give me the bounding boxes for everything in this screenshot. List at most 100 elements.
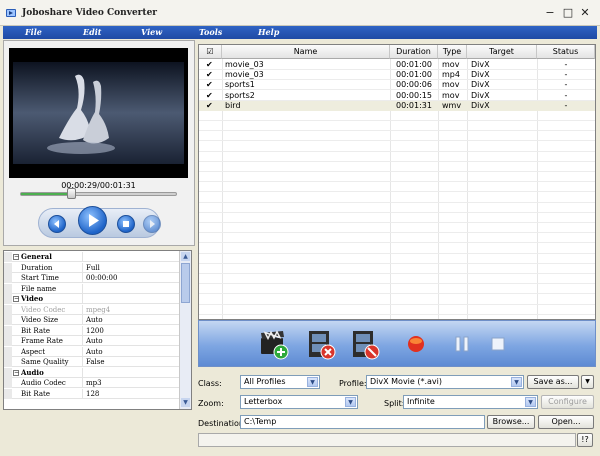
- video-preview[interactable]: [9, 48, 188, 178]
- property-row[interactable]: Aspect Auto: [4, 346, 181, 357]
- zoom-select[interactable]: Letterbox ▼: [240, 395, 358, 409]
- column-type[interactable]: Type: [438, 45, 467, 59]
- column-name[interactable]: Name: [222, 45, 390, 59]
- scroll-down-icon[interactable]: ▼: [181, 398, 190, 407]
- property-key: Bit Rate: [21, 388, 83, 399]
- next-button[interactable]: [143, 215, 161, 233]
- property-category[interactable]: − Video: [4, 294, 181, 304]
- property-row[interactable]: Video Size Auto: [4, 315, 181, 325]
- property-value[interactable]: 128: [86, 389, 99, 399]
- column-status[interactable]: Status: [537, 45, 595, 59]
- cell-type: mov: [442, 80, 460, 90]
- stop-button[interactable]: [117, 215, 135, 233]
- menu-file[interactable]: File: [25, 27, 42, 38]
- grid-line: [199, 313, 595, 315]
- clear-list-icon[interactable]: [351, 329, 381, 361]
- chevron-down-icon: ▼: [525, 397, 536, 407]
- scroll-up-icon[interactable]: ▲: [181, 252, 190, 261]
- checkbox-icon: ☑: [206, 47, 214, 56]
- grid-line: [199, 262, 595, 264]
- file-row[interactable]: ✔ sports1 00:00:06 mov DivX -: [199, 80, 595, 90]
- cell-duration: 00:01:00: [396, 60, 432, 69]
- row-checkbox[interactable]: ✔: [206, 71, 214, 79]
- file-list[interactable]: ☑ Name Duration Type Target Status ✔ movi…: [198, 44, 596, 320]
- file-row[interactable]: ✔ movie_03 00:01:00 mov DivX -: [199, 60, 595, 70]
- file-row[interactable]: ✔ sports2 00:00:15 mov DivX -: [199, 91, 595, 101]
- profile-select[interactable]: DivX Movie (*.avi) ▼: [366, 375, 524, 389]
- property-value[interactable]: mp3: [86, 378, 102, 388]
- property-value[interactable]: 00:00:00: [86, 273, 117, 283]
- collapse-icon[interactable]: −: [13, 254, 19, 260]
- split-select[interactable]: Infinite ▼: [403, 395, 538, 409]
- property-value[interactable]: False: [86, 357, 105, 367]
- destination-input[interactable]: C:\Temp: [240, 415, 485, 429]
- property-gutter: [4, 315, 12, 325]
- header-check-all[interactable]: ☑: [199, 45, 222, 59]
- seek-thumb[interactable]: [66, 188, 76, 199]
- menu-view[interactable]: View: [141, 27, 162, 38]
- property-category[interactable]: − Audio: [4, 367, 181, 378]
- pause-icon[interactable]: [455, 336, 469, 352]
- open-button[interactable]: Open...: [538, 415, 594, 429]
- property-row[interactable]: Audio Codec mp3: [4, 378, 181, 388]
- menu-help[interactable]: Help: [258, 27, 279, 38]
- property-row[interactable]: Duration Full: [4, 262, 181, 273]
- previous-button[interactable]: [48, 215, 66, 233]
- class-select[interactable]: All Profiles ▼: [240, 375, 320, 389]
- column-duration[interactable]: Duration: [390, 45, 438, 59]
- help-button[interactable]: !?: [577, 433, 593, 447]
- property-value[interactable]: Auto: [86, 347, 103, 357]
- configure-button[interactable]: Configure: [541, 395, 594, 409]
- property-row[interactable]: Same Quality False: [4, 357, 181, 367]
- menu-edit[interactable]: Edit: [83, 27, 101, 38]
- collapse-icon[interactable]: −: [13, 296, 19, 302]
- property-category[interactable]: − General: [4, 252, 181, 262]
- row-checkbox[interactable]: ✔: [206, 61, 214, 69]
- split-value: Infinite: [407, 397, 435, 406]
- row-checkbox[interactable]: ✔: [206, 101, 214, 110]
- cell-type: wmv: [442, 100, 462, 110]
- menu-tools[interactable]: Tools: [199, 27, 222, 38]
- property-value[interactable]: Auto: [86, 336, 103, 346]
- close-button[interactable]: ✕: [578, 7, 592, 20]
- property-row[interactable]: Bit Rate 128: [4, 388, 181, 399]
- column-target[interactable]: Target: [467, 45, 537, 59]
- save-as-dropdown[interactable]: ▼: [581, 375, 594, 389]
- property-value[interactable]: Full: [86, 263, 100, 273]
- remove-video-icon[interactable]: [307, 329, 337, 361]
- zoom-value: Letterbox: [244, 397, 283, 406]
- play-button[interactable]: [78, 206, 107, 235]
- file-row[interactable]: ✔ movie_03 00:01:00 mp4 DivX -: [199, 70, 595, 80]
- minimize-button[interactable]: −: [543, 7, 557, 20]
- row-checkbox[interactable]: ✔: [206, 91, 214, 100]
- file-row[interactable]: ✔ bird 00:01:31 wmv DivX -: [199, 100, 595, 111]
- next-icon: [150, 220, 155, 228]
- maximize-button[interactable]: □: [561, 7, 575, 20]
- property-row[interactable]: Bit Rate 1200: [4, 325, 181, 336]
- properties-scrollbar[interactable]: ▲ ▼: [179, 251, 191, 409]
- playback-time: 00:00:29/00:01:31: [61, 181, 136, 190]
- property-value[interactable]: Auto: [86, 315, 103, 325]
- property-row[interactable]: Video Codec mpeg4: [4, 304, 181, 315]
- property-value[interactable]: 1200: [86, 326, 104, 336]
- property-value[interactable]: mpeg4: [86, 305, 110, 315]
- add-video-icon[interactable]: [259, 330, 289, 360]
- property-row[interactable]: File name: [4, 283, 181, 294]
- stop-icon: [123, 221, 129, 227]
- stop-icon[interactable]: [491, 337, 505, 351]
- scroll-thumb[interactable]: [181, 263, 190, 303]
- property-key: General: [21, 252, 83, 262]
- cell-status: -: [564, 90, 568, 100]
- property-row[interactable]: Frame Rate Auto: [4, 336, 181, 346]
- record-icon[interactable]: [407, 335, 425, 353]
- row-checkbox[interactable]: ✔: [206, 81, 214, 89]
- browse-button[interactable]: Browse...: [487, 415, 535, 429]
- property-key: Bit Rate: [21, 325, 83, 336]
- cell-status: -: [564, 60, 568, 69]
- grid-line: [199, 150, 595, 152]
- collapse-icon[interactable]: −: [13, 369, 19, 376]
- save-as-button[interactable]: Save as...: [527, 375, 579, 389]
- property-row[interactable]: Start Time 00:00:00: [4, 273, 181, 283]
- properties-grid[interactable]: − General Duration Full Start Time 00:00:00 Fi…: [3, 250, 192, 410]
- video-frame-image: [13, 62, 184, 164]
